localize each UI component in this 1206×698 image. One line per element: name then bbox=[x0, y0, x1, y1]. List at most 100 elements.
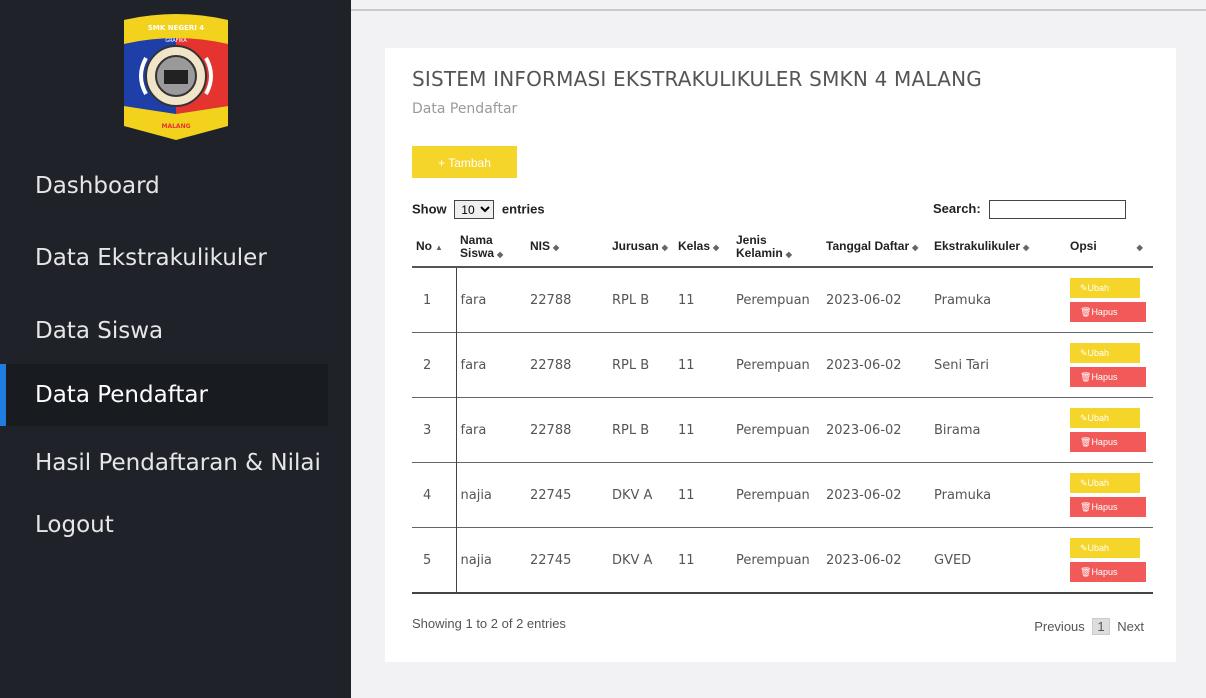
previous-button[interactable]: Previous bbox=[1034, 619, 1085, 634]
cell-nis: 22788 bbox=[530, 357, 572, 373]
header-no[interactable]: No ▲ bbox=[412, 228, 456, 267]
cell-tanggal: 2023-06-02 bbox=[826, 357, 902, 373]
page-subtitle: Data Pendaftar bbox=[412, 101, 518, 117]
edit-button[interactable]: ✎Ubah bbox=[1070, 278, 1140, 298]
cell-ekstrakulikuler: Birama bbox=[934, 422, 981, 438]
cell-nama: najia bbox=[460, 552, 492, 568]
cell-ekstrakulikuler: GVED bbox=[934, 552, 972, 568]
table-body: 1 fara 22788 RPL B 11 Perempuan 2023-06-… bbox=[412, 267, 1153, 593]
table-row: 2 fara 22788 RPL B 11 Perempuan 2023-06-… bbox=[412, 332, 1153, 398]
cell-opsi: ✎Ubah 🗑Hapus bbox=[1066, 267, 1153, 333]
trash-icon: 🗑 bbox=[1080, 501, 1092, 512]
edit-button[interactable]: ✎Ubah bbox=[1070, 538, 1140, 558]
table-row: 4 najia 22745 DKV A 11 Perempuan 2023-06… bbox=[412, 462, 1153, 528]
edit-button[interactable]: ✎Ubah bbox=[1070, 473, 1140, 493]
sort-icon: ◆ bbox=[912, 243, 919, 252]
sort-icon: ◆ bbox=[661, 243, 668, 252]
registrants-table: No ▲ Nama Siswa ◆ NIS ◆ Jurusan ◆ Kelas ◆ Jen… bbox=[412, 228, 1153, 594]
delete-button[interactable]: 🗑Hapus bbox=[1070, 562, 1146, 582]
sidebar-item-dashboard[interactable]: Dashboard bbox=[0, 155, 328, 217]
cell-jenis-kelamin: Perempuan bbox=[736, 552, 810, 568]
delete-button[interactable]: 🗑Hapus bbox=[1070, 367, 1146, 387]
cell-nis: 22745 bbox=[530, 552, 572, 568]
cell-nama: najia bbox=[460, 487, 492, 503]
table-row: 3 fara 22788 RPL B 11 Perempuan 2023-06-… bbox=[412, 397, 1153, 463]
sidebar-item-data-siswa[interactable]: Data Siswa bbox=[0, 300, 328, 362]
page-button[interactable]: 1 bbox=[1092, 618, 1110, 635]
cell-jurusan: RPL B bbox=[612, 292, 650, 308]
cell-nama: fara bbox=[460, 422, 487, 438]
sort-icon: ◆ bbox=[1136, 243, 1143, 252]
cell-tanggal: 2023-06-02 bbox=[826, 487, 902, 503]
cell-opsi: ✎Ubah 🗑Hapus bbox=[1066, 398, 1153, 463]
header-nama[interactable]: Nama Siswa ◆ bbox=[456, 228, 526, 267]
edit-label: Ubah bbox=[1087, 347, 1110, 358]
edit-icon: ✎ bbox=[1080, 542, 1088, 553]
cell-kelas: 11 bbox=[678, 357, 695, 373]
table-row: 1 fara 22788 RPL B 11 Perempuan 2023-06-… bbox=[412, 267, 1153, 333]
sidebar-item-data-ekstrakulikuler[interactable]: Data Ekstrakulikuler bbox=[0, 227, 328, 289]
trash-icon: 🗑 bbox=[1080, 436, 1092, 447]
table-row: 5 najia 22745 DKV A 11 Perempuan 2023-06… bbox=[412, 527, 1153, 593]
cell-nama: fara bbox=[460, 357, 487, 373]
cell-tanggal: 2023-06-02 bbox=[826, 552, 902, 568]
cell-jurusan: RPL B bbox=[612, 357, 650, 373]
header-kelas[interactable]: Kelas ◆ bbox=[674, 228, 732, 267]
delete-label: Hapus bbox=[1091, 371, 1118, 382]
content-card: SISTEM INFORMASI EKSTRAKULIKULER SMKN 4 … bbox=[385, 48, 1176, 662]
cell-no: 4 bbox=[412, 462, 457, 528]
logo-text-bottom: MALANG bbox=[161, 123, 190, 130]
entries-select[interactable]: 10 bbox=[454, 200, 495, 219]
header-tanggal[interactable]: Tanggal Daftar ◆ bbox=[822, 228, 930, 267]
trash-icon: 🗑 bbox=[1080, 566, 1092, 577]
header-jk-label: Jenis Kelamin bbox=[736, 232, 783, 260]
cell-opsi: ✎Ubah 🗑Hapus bbox=[1066, 463, 1153, 528]
trash-icon: 🗑 bbox=[1080, 306, 1092, 317]
header-opsi[interactable]: Opsi ◆ bbox=[1066, 228, 1153, 267]
add-button[interactable]: + Tambah bbox=[412, 146, 517, 178]
edit-icon: ✎ bbox=[1080, 347, 1088, 358]
school-logo: SMK NEGERI 4 GRAFIKA MALANG bbox=[124, 14, 228, 140]
cell-jenis-kelamin: Perempuan bbox=[736, 422, 810, 438]
cell-nis: 22788 bbox=[530, 292, 572, 308]
top-divider bbox=[351, 9, 1206, 11]
cell-kelas: 11 bbox=[678, 552, 695, 568]
sidebar-item-logout[interactable]: Logout bbox=[0, 494, 328, 556]
header-jurusan[interactable]: Jurusan ◆ bbox=[608, 228, 674, 267]
sort-icon: ◆ bbox=[497, 249, 504, 259]
sort-icon: ◆ bbox=[713, 243, 720, 252]
cell-no: 2 bbox=[412, 332, 457, 398]
cell-tanggal: 2023-06-02 bbox=[826, 422, 902, 438]
sidebar-item-hasil-pendaftaran[interactable]: Hasil Pendaftaran & Nilai bbox=[0, 432, 328, 494]
edit-label: Ubah bbox=[1087, 282, 1110, 293]
delete-label: Hapus bbox=[1091, 306, 1118, 317]
edit-label: Ubah bbox=[1087, 412, 1110, 423]
header-jenis-kelamin[interactable]: Jenis Kelamin ◆ bbox=[732, 228, 822, 267]
header-nis[interactable]: NIS ◆ bbox=[526, 228, 608, 267]
cell-jenis-kelamin: Perempuan bbox=[736, 292, 810, 308]
header-nis-label: NIS bbox=[530, 239, 551, 253]
cell-ekstrakulikuler: Pramuka bbox=[934, 292, 992, 308]
delete-button[interactable]: 🗑Hapus bbox=[1070, 432, 1146, 452]
search-control: Search: bbox=[933, 200, 1127, 219]
entries-label: entries bbox=[501, 201, 545, 217]
next-button[interactable]: Next bbox=[1117, 619, 1144, 634]
cell-jurusan: DKV A bbox=[612, 487, 653, 503]
sort-icon: ◆ bbox=[785, 249, 792, 259]
search-input[interactable] bbox=[989, 200, 1127, 219]
header-tanggal-label: Tanggal Daftar bbox=[826, 239, 910, 253]
edit-button[interactable]: ✎Ubah bbox=[1070, 343, 1140, 363]
header-kelas-label: Kelas bbox=[678, 239, 711, 253]
cell-jenis-kelamin: Perempuan bbox=[736, 487, 810, 503]
edit-button[interactable]: ✎Ubah bbox=[1070, 408, 1140, 428]
cell-no: 5 bbox=[412, 527, 457, 593]
delete-button[interactable]: 🗑Hapus bbox=[1070, 302, 1146, 322]
header-ekstrakulikuler[interactable]: Ekstrakulikuler ◆ bbox=[930, 228, 1066, 267]
pagination: Previous 1 Next bbox=[1034, 618, 1144, 635]
cell-kelas: 11 bbox=[678, 422, 695, 438]
cell-nis: 22788 bbox=[530, 422, 572, 438]
sidebar-item-data-pendaftar[interactable]: Data Pendaftar bbox=[0, 364, 328, 426]
delete-button[interactable]: 🗑Hapus bbox=[1070, 497, 1146, 517]
cell-tanggal: 2023-06-02 bbox=[826, 292, 902, 308]
cell-ekstrakulikuler: Seni Tari bbox=[934, 357, 989, 373]
